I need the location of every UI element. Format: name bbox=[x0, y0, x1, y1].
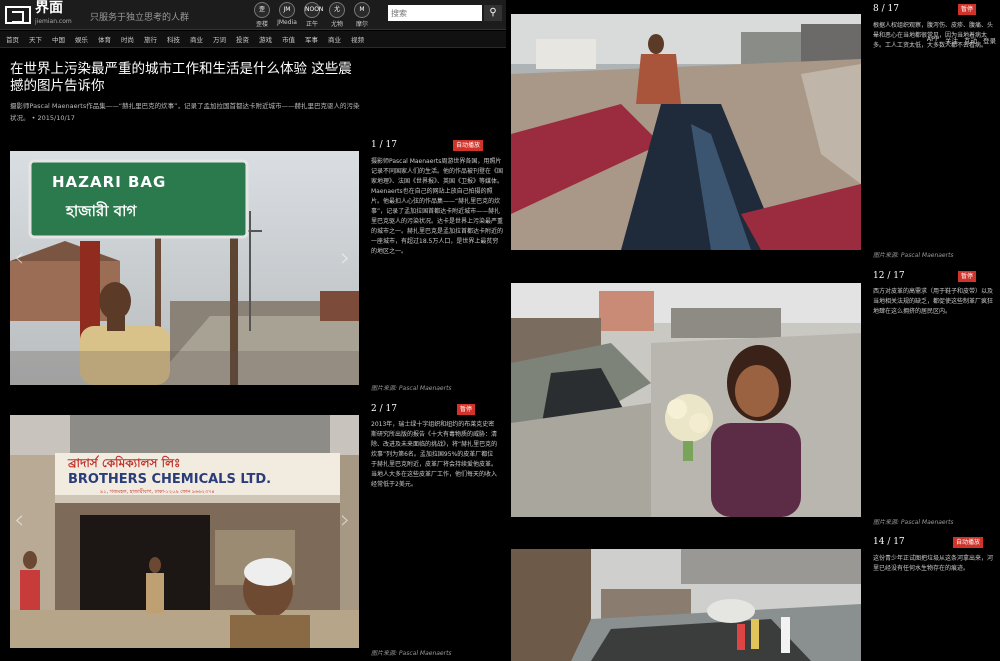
channel-moer[interactable]: M 摩尔 bbox=[352, 2, 372, 28]
pause-button[interactable]: 暂停 bbox=[958, 4, 977, 15]
prev-arrow-icon[interactable]: ‹ bbox=[14, 505, 24, 535]
logo-icon bbox=[5, 6, 31, 24]
slide-caption: 根据人权组织观察，腹泻伤、皮疹、腹痛、头晕和恶心在当地都很常见，因为当地着病太多… bbox=[873, 22, 994, 49]
nav-item-china[interactable]: 中国 bbox=[52, 34, 65, 44]
river-kids-photo bbox=[511, 549, 861, 661]
pause-button[interactable]: 暂停 bbox=[958, 271, 977, 282]
top-bar: 界面 jiemian.com 只服务于独立思考的人群 歪歪楼 JM JMedia N… bbox=[0, 0, 506, 30]
autoplay-button[interactable]: 自动播放 bbox=[953, 537, 984, 548]
slide-counter: 12 / 17 bbox=[873, 271, 905, 281]
slide-caption: 摄影师Pascal Maenaerts周游世界各国，用照片记录不同国家人们的生活… bbox=[371, 158, 504, 255]
slide-photo-8[interactable] bbox=[511, 14, 861, 250]
photo-credit: 图片来源: Pascal Maenaerts bbox=[371, 650, 452, 657]
article-subtitle: 摄影师Pascal Maenaerts作品集——“赫扎里巴克的炊事”，记录了孟加… bbox=[10, 102, 360, 122]
slide-caption: 2013年，瑞士绿十字组织和纽约的布莱克史密斯研究所出版的报告《十大有毒物质的威… bbox=[371, 421, 498, 488]
slide-counter: 14 / 17 bbox=[873, 537, 905, 547]
nav-item-biz[interactable]: 商业 bbox=[190, 34, 203, 44]
slide-photo-2[interactable]: ব্রাদার্স কেমিক্যালস লিঃ BROTHERS CHEMIC… bbox=[10, 415, 359, 648]
slide-counter: 2 / 17 bbox=[371, 404, 397, 414]
nav-item-tech[interactable]: 科技 bbox=[167, 34, 180, 44]
channel-jmedia[interactable]: JM JMedia bbox=[277, 2, 297, 28]
main-nav: 首页 天下 中国 娱乐 体育 时尚 旅行 科技 商业 万词 投资 游戏 市值 军… bbox=[0, 31, 506, 48]
sign-text-latin-2: BROTHERS CHEMICALS LTD. bbox=[68, 472, 272, 487]
slide-caption: 这份青少年正试图把垃圾从这条河拿出来，河里已经没有任何水生物存在的痕迹。 bbox=[873, 555, 994, 572]
noon-icon: NOON bbox=[304, 2, 323, 18]
slide-photo-12[interactable] bbox=[511, 283, 861, 517]
youwu-icon: 尤 bbox=[329, 2, 345, 18]
site-slogan: 只服务于独立思考的人群 bbox=[90, 13, 190, 23]
prev-arrow-icon[interactable]: ‹ bbox=[14, 243, 24, 273]
article-title: 在世界上污染最严重的城市工作和生活是什么体验 这些震撼的图片告诉你 bbox=[10, 61, 352, 94]
waiLou-icon: 歪 bbox=[254, 2, 270, 18]
nav-item-travel[interactable]: 旅行 bbox=[144, 34, 157, 44]
nav-item-games[interactable]: 游戏 bbox=[259, 34, 272, 44]
nav-item-ent[interactable]: 娱乐 bbox=[75, 34, 88, 44]
search-icon[interactable]: ⚲ bbox=[484, 5, 502, 21]
search-input[interactable] bbox=[388, 5, 482, 21]
slide-counter: 1 / 17 bbox=[371, 140, 397, 150]
slide-photo-1[interactable]: HAZARI BAG হাজারী বাগ ‹ › bbox=[10, 151, 359, 385]
moer-icon: M bbox=[354, 2, 370, 18]
nav-item-home[interactable]: 首页 bbox=[6, 34, 19, 44]
channel-youwu[interactable]: 尤尤物 bbox=[327, 2, 347, 28]
next-arrow-icon[interactable]: › bbox=[340, 243, 350, 273]
channel-noon[interactable]: NOON 正午 bbox=[302, 2, 323, 28]
photo-credit: 图片来源: Pascal Maenaerts bbox=[873, 252, 954, 259]
logo-text: 界面 jiemian.com bbox=[35, 0, 72, 25]
nav-item-world[interactable]: 天下 bbox=[29, 34, 42, 44]
nav-item-commerce[interactable]: 商业 bbox=[328, 34, 341, 44]
nav-item-video[interactable]: 视频 bbox=[351, 34, 364, 44]
sign-text-bengali: হাজারী বাগ bbox=[66, 202, 137, 220]
slide-photo-14[interactable] bbox=[511, 549, 861, 661]
nav-item-words[interactable]: 万词 bbox=[213, 34, 226, 44]
nav-item-invest[interactable]: 投资 bbox=[236, 34, 249, 44]
nav-item-sports[interactable]: 体育 bbox=[98, 34, 111, 44]
next-arrow-icon[interactable]: › bbox=[340, 505, 350, 535]
nav-item-market[interactable]: 市值 bbox=[282, 34, 295, 44]
girl-cauliflower-photo bbox=[511, 283, 861, 517]
brothers-chemicals-photo bbox=[10, 415, 359, 648]
photo-credit: 图片来源: Pascal Maenaerts bbox=[371, 385, 452, 392]
nav-item-military[interactable]: 军事 bbox=[305, 34, 318, 44]
photo-credit: 图片来源: Pascal Maenaerts bbox=[873, 519, 954, 526]
slide-counter: 8 / 17 bbox=[873, 4, 899, 14]
nav-item-fashion[interactable]: 时尚 bbox=[121, 34, 134, 44]
jmedia-icon: JM bbox=[279, 2, 295, 18]
tannery-river-photo bbox=[511, 14, 861, 250]
autoplay-button[interactable]: 自动播放 bbox=[453, 140, 484, 151]
site-logo[interactable]: 界面 jiemian.com bbox=[5, 0, 87, 27]
pause-button[interactable]: 暂停 bbox=[457, 404, 476, 415]
sign-text-latin: HAZARI BAG bbox=[52, 173, 167, 191]
channel-waiLou[interactable]: 歪歪楼 bbox=[252, 2, 272, 28]
channel-icons: 歪歪楼 JM JMedia NOON 正午 尤尤物 M 摩尔 bbox=[252, 2, 372, 28]
slide-caption: 西方对皮革的高需求（用于鞋子和皮带）以及当地相关法规的缺乏，都促使这些制革厂疯狂… bbox=[873, 288, 994, 315]
sign-text-address: ৯১, গজমহল, হাজারীবাগ, ঢাকা-১২০৯ ফোন ৯৬৬২… bbox=[100, 489, 215, 495]
